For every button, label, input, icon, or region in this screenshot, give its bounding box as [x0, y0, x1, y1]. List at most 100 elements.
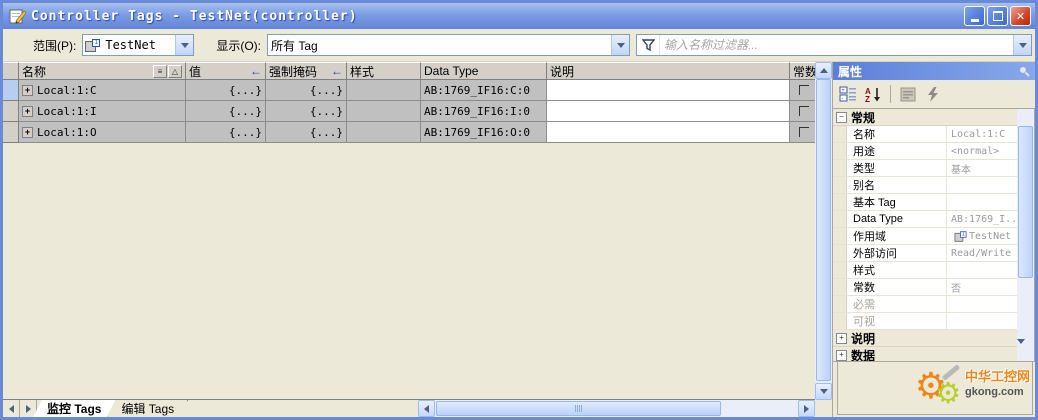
- tab-monitor-tags[interactable]: 监控 Tags: [33, 400, 115, 417]
- properties-header[interactable]: 属性: [833, 62, 1035, 80]
- pushpin-icon[interactable]: [1017, 65, 1030, 78]
- restore-button[interactable]: [987, 6, 1008, 26]
- table-row[interactable]: +Local:1:C {...} {...} AB:1769_IF16:C:0: [3, 80, 815, 101]
- property-row[interactable]: 别名: [833, 177, 1017, 194]
- collapse-icon[interactable]: −: [836, 112, 847, 123]
- group-general[interactable]: − 常规: [833, 109, 1017, 126]
- minimize-button[interactable]: [964, 6, 985, 26]
- tag-data-type-cell[interactable]: AB:1769_IF16:O:0: [421, 122, 547, 143]
- scope-dropdown-arrow[interactable]: [175, 35, 193, 55]
- table-row[interactable]: +Local:1:O {...} {...} AB:1769_IF16:O:0: [3, 122, 815, 143]
- property-row[interactable]: 用途<normal>: [833, 143, 1017, 160]
- monitor-arrow-icon[interactable]: ←: [331, 64, 343, 78]
- monitor-arrow-icon[interactable]: ←: [250, 64, 262, 78]
- property-row[interactable]: 类型基本: [833, 160, 1017, 177]
- header-corner-cell: [3, 62, 19, 80]
- property-row[interactable]: 基本 Tag: [833, 194, 1017, 211]
- column-header-constant[interactable]: 常数: [790, 62, 815, 80]
- scroll-down-button[interactable]: [1017, 344, 1034, 361]
- categorized-view-button[interactable]: + -: [837, 84, 859, 104]
- column-header-data-type[interactable]: Data Type: [421, 62, 547, 80]
- scope-combobox[interactable]: 1 TestNet: [82, 34, 194, 56]
- tag-constant-cell[interactable]: [790, 122, 815, 143]
- tag-value-cell[interactable]: {...}: [186, 122, 266, 143]
- expand-icon[interactable]: +: [836, 333, 847, 344]
- tag-force-mask-cell[interactable]: {...}: [266, 101, 347, 122]
- expand-icon[interactable]: +: [836, 350, 847, 361]
- tag-value-cell[interactable]: {...}: [186, 80, 266, 101]
- table-horizontal-scrollbar[interactable]: [418, 400, 815, 417]
- property-row[interactable]: 外部访问Read/Write: [833, 245, 1017, 262]
- properties-footer: ⚙ ⚙ 中华工控网 gkong.com: [837, 361, 1033, 415]
- titlebar[interactable]: Controller Tags - TestNet(controller) ✕: [3, 3, 1035, 29]
- property-pages-button[interactable]: [897, 84, 919, 104]
- scroll-right-button[interactable]: [798, 400, 815, 417]
- property-row[interactable]: 常数否: [833, 279, 1017, 296]
- table-vertical-scrollbar[interactable]: [815, 62, 832, 400]
- tag-data-type-cell[interactable]: AB:1769_IF16:C:0: [421, 80, 547, 101]
- expand-icon[interactable]: +: [22, 85, 33, 96]
- tag-force-mask-cell[interactable]: {...}: [266, 80, 347, 101]
- controller-icon: 1: [955, 231, 967, 241]
- scroll-up-button[interactable]: [1017, 109, 1034, 126]
- scroll-track[interactable]: [1017, 126, 1034, 344]
- svg-text:+: +: [841, 88, 845, 94]
- scroll-thumb[interactable]: [1018, 126, 1033, 278]
- tag-description-cell[interactable]: [547, 122, 790, 143]
- filter-columns-icon[interactable]: ≡: [153, 65, 167, 78]
- constant-checkbox[interactable]: [799, 106, 809, 116]
- tag-name-cell[interactable]: +Local:1:I: [19, 101, 186, 122]
- tag-value-cell[interactable]: {...}: [186, 101, 266, 122]
- row-selector-selected[interactable]: [3, 80, 19, 101]
- events-lightning-button[interactable]: [922, 84, 944, 104]
- tag-description-cell[interactable]: [547, 101, 790, 122]
- expand-icon[interactable]: +: [22, 106, 33, 117]
- tag-name-cell[interactable]: +Local:1:O: [19, 122, 186, 143]
- column-header-description[interactable]: 说明: [547, 62, 790, 80]
- property-row[interactable]: 名称Local:1:C: [833, 126, 1017, 143]
- scroll-left-button[interactable]: [418, 400, 435, 417]
- scroll-up-button[interactable]: [815, 62, 832, 79]
- alphabetical-sort-button[interactable]: A Z: [862, 84, 884, 104]
- scroll-thumb[interactable]: [816, 79, 831, 381]
- filter-dropdown-arrow[interactable]: [1013, 35, 1031, 55]
- row-selector[interactable]: [3, 101, 19, 122]
- filter-funnel-icon[interactable]: [637, 35, 660, 55]
- tag-force-mask-cell[interactable]: {...}: [266, 122, 347, 143]
- close-button[interactable]: ✕: [1010, 6, 1031, 26]
- show-combobox[interactable]: 所有 Tag: [267, 34, 630, 56]
- group-description[interactable]: + 说明: [833, 330, 1017, 347]
- property-row[interactable]: Data TypeAB:1769_I...: [833, 211, 1017, 228]
- properties-vertical-scrollbar[interactable]: [1017, 109, 1034, 361]
- property-row[interactable]: 样式: [833, 262, 1017, 279]
- tag-name-cell[interactable]: +Local:1:C: [19, 80, 186, 101]
- show-dropdown-arrow[interactable]: [611, 35, 629, 55]
- constant-checkbox[interactable]: [799, 85, 809, 95]
- filter-input[interactable]: [660, 38, 1013, 52]
- tag-data-type-cell[interactable]: AB:1769_IF16:I:0: [421, 101, 547, 122]
- row-selector[interactable]: [3, 122, 19, 143]
- expand-icon[interactable]: +: [22, 127, 33, 138]
- constant-checkbox[interactable]: [799, 127, 809, 137]
- column-header-value[interactable]: 值 ←: [186, 62, 266, 80]
- filter-combobox[interactable]: [636, 34, 1032, 56]
- tag-style-cell[interactable]: [347, 101, 421, 122]
- scroll-down-button[interactable]: [815, 383, 832, 400]
- tag-style-cell[interactable]: [347, 80, 421, 101]
- scroll-track[interactable]: [815, 79, 832, 383]
- tab-edit-tags[interactable]: 编辑 Tags: [107, 400, 188, 417]
- tag-description-cell[interactable]: [547, 80, 790, 101]
- column-header-style[interactable]: 样式: [347, 62, 421, 80]
- tag-constant-cell[interactable]: [790, 101, 815, 122]
- group-data[interactable]: + 数据: [833, 347, 1017, 362]
- tab-scroll-left-button[interactable]: [3, 400, 20, 417]
- column-header-force-mask[interactable]: 强制掩码 ←: [266, 62, 347, 80]
- properties-title: 属性: [838, 63, 862, 80]
- column-header-name[interactable]: 名称 ≡ △: [19, 62, 186, 80]
- sort-ascending-icon[interactable]: △: [168, 65, 182, 78]
- table-row[interactable]: +Local:1:I {...} {...} AB:1769_IF16:I:0: [3, 101, 815, 122]
- tag-constant-cell[interactable]: [790, 80, 815, 101]
- tag-style-cell[interactable]: [347, 122, 421, 143]
- property-row[interactable]: 作用域 1TestNet: [833, 228, 1017, 245]
- scroll-thumb[interactable]: [436, 401, 721, 416]
